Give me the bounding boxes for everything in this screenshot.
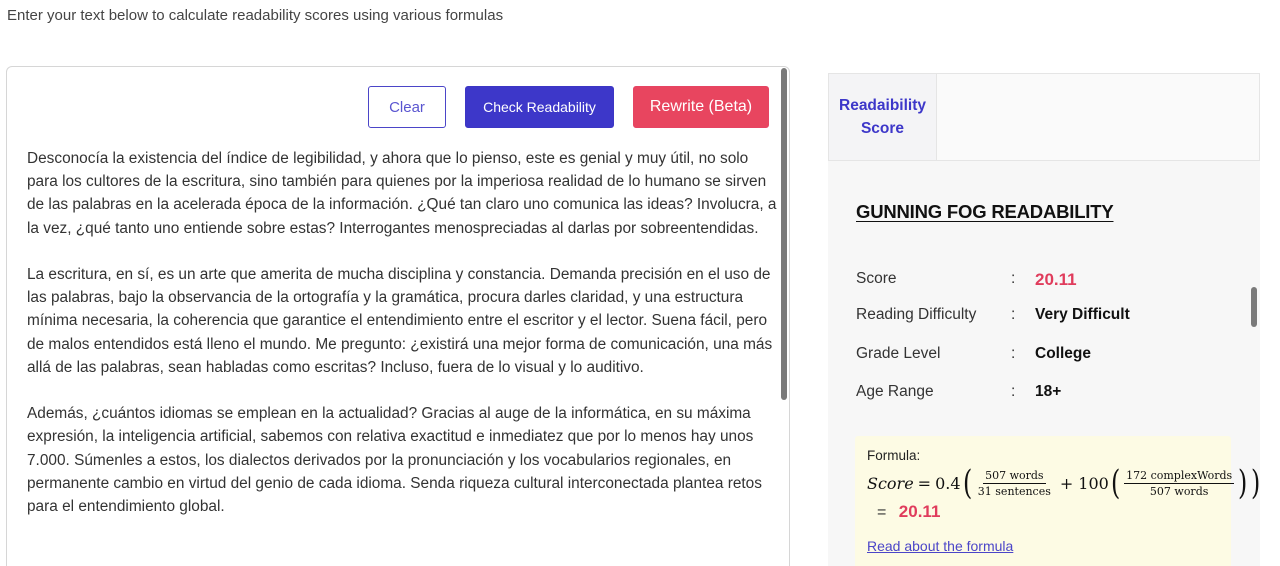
reading-difficulty-row: Reading Difficulty : Very Difficult xyxy=(856,306,1130,324)
editor-toolbar: Clear Check Readability Rewrite (Beta) xyxy=(368,86,769,128)
formula-title: Formula: xyxy=(867,448,921,463)
results-heading: GUNNING FOG READABILITY xyxy=(856,201,1114,222)
results-tabs: Readaibility Score xyxy=(828,73,1260,161)
grade-level-row: Grade Level : College xyxy=(856,345,1091,363)
formula-coefficient-2: 100 xyxy=(1078,473,1109,493)
check-readability-button[interactable]: Check Readability xyxy=(465,86,614,128)
age-range-label: Age Range xyxy=(856,383,934,400)
formula-result-value: 20.11 xyxy=(898,502,941,521)
read-about-formula-link[interactable]: Read about the formula xyxy=(867,538,1013,554)
text-input-area[interactable]: Desconocía la existencia del índice de l… xyxy=(27,147,777,541)
grade-level-separator: : xyxy=(1011,345,1016,362)
formula-close-paren-inner: ) xyxy=(1238,463,1248,503)
tab-readability-score-label: Readaibility Score xyxy=(839,97,926,137)
age-range-value: 18+ xyxy=(1035,383,1062,400)
formula-result-equals: = xyxy=(877,504,887,521)
score-separator: : xyxy=(1011,270,1016,287)
formula-fraction-1-numerator: 507 words xyxy=(983,468,1046,484)
rewrite-beta-button[interactable]: Rewrite (Beta) xyxy=(633,86,769,128)
formula-fraction-2-denominator: 507 words xyxy=(1149,484,1209,498)
tab-readability-score[interactable]: Readaibility Score xyxy=(829,74,937,160)
clear-button[interactable]: Clear xyxy=(368,86,446,128)
grade-level-value: College xyxy=(1035,345,1091,362)
score-label: Score xyxy=(856,270,897,287)
editor-scrollbar[interactable] xyxy=(781,68,787,400)
formula-result: = 20.11 xyxy=(877,502,940,522)
reading-difficulty-value: Very Difficult xyxy=(1035,306,1130,323)
results-scrollbar[interactable] xyxy=(1251,287,1257,327)
score-value: 20.11 xyxy=(1035,270,1077,289)
text-paragraph-3: Además, ¿cuántos idiomas se emplean en l… xyxy=(27,405,762,516)
score-row: Score : 20.11 xyxy=(856,270,1077,290)
text-paragraph-1: Desconocía la existencia del índice de l… xyxy=(27,150,777,237)
formula-fraction-2-numerator: 172 complexWords xyxy=(1124,468,1235,484)
formula-plus-sign: + xyxy=(1059,473,1074,493)
reading-difficulty-label: Reading Difficulty xyxy=(856,306,977,323)
formula-open-paren-inner: ( xyxy=(1110,463,1121,503)
formula-equation: Score = 0.4 ( 507 words 31 sentences + 1… xyxy=(867,466,1263,500)
formula-open-paren: ( xyxy=(962,463,972,503)
formula-fraction-words-sentences: 507 words 31 sentences xyxy=(976,469,1053,498)
formula-close-paren: ) xyxy=(1251,463,1261,503)
age-range-separator: : xyxy=(1011,383,1016,400)
grade-level-label: Grade Level xyxy=(856,345,941,362)
formula-coefficient-1: 0.4 xyxy=(935,473,961,493)
formula-box: Formula: Score = 0.4 ( 507 words 31 sent… xyxy=(855,436,1261,566)
formula-equals-sign: = xyxy=(917,473,932,493)
text-editor-panel[interactable]: Clear Check Readability Rewrite (Beta) D… xyxy=(6,66,790,566)
age-range-row: Age Range : 18+ xyxy=(856,383,1061,401)
formula-fraction-1-denominator: 31 sentences xyxy=(977,484,1051,498)
text-paragraph-2: La escritura, en sí, es un arte que amer… xyxy=(27,266,773,376)
formula-fraction-complex-words: 172 complexWords 507 words xyxy=(1124,468,1235,498)
reading-difficulty-separator: : xyxy=(1011,306,1016,323)
page-instructions: Enter your text below to calculate reada… xyxy=(7,7,504,24)
formula-score-variable: Score xyxy=(867,473,914,493)
